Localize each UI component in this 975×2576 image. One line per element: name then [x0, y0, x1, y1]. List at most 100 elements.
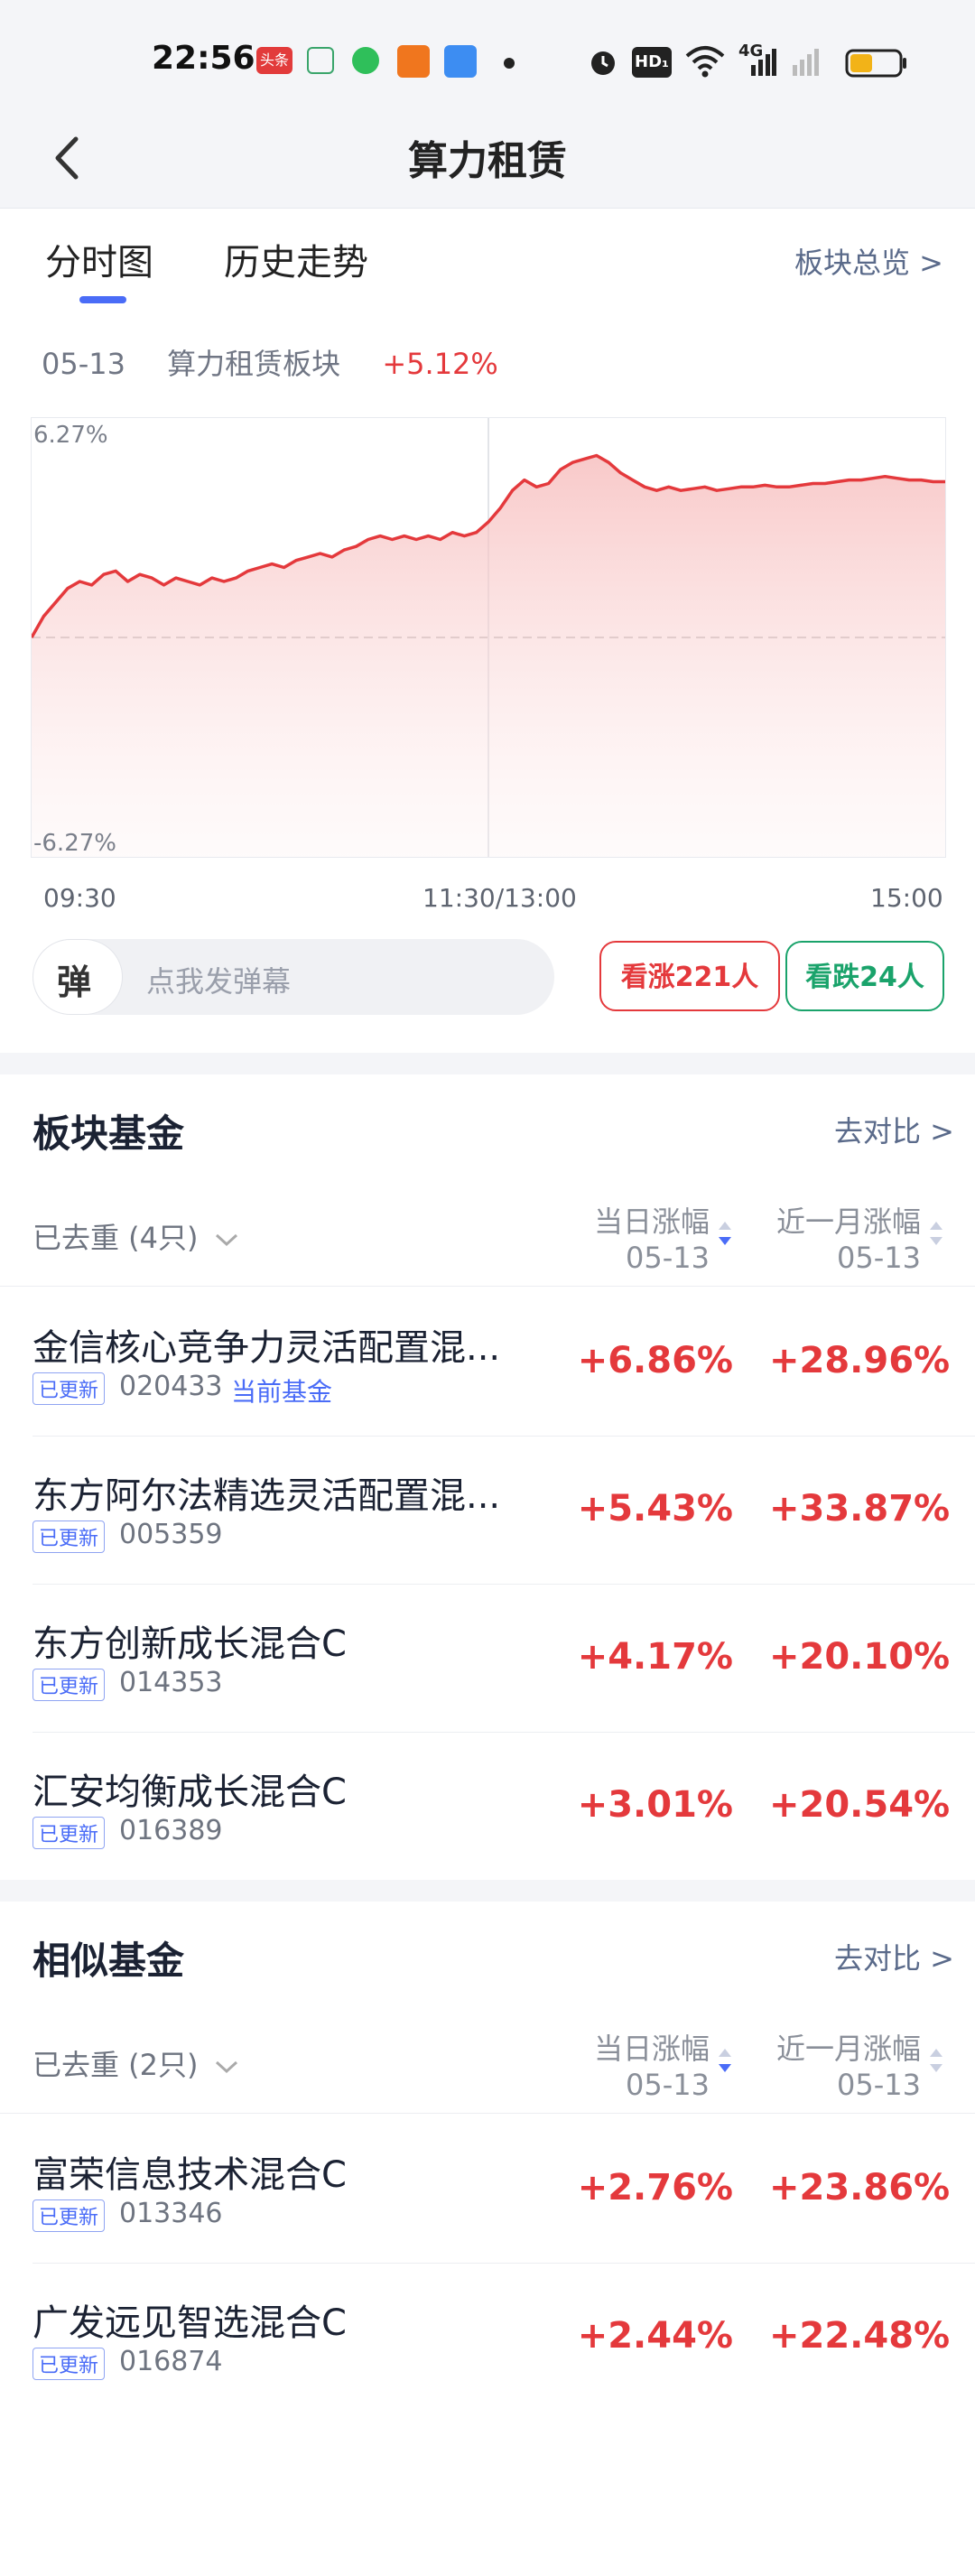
danmaku-badge-text: 弹	[57, 963, 92, 1002]
nav-bar: 算力租赁	[0, 108, 975, 209]
fund-code: 013346	[119, 2198, 223, 2229]
status-bar: 22:56 头条 HD₁ 4G	[0, 0, 975, 108]
section-divider	[0, 1880, 975, 1902]
fund-code: 016389	[119, 1815, 223, 1846]
wifi-icon	[685, 46, 725, 78]
fund-day-change: +6.86%	[577, 1340, 733, 1381]
updated-badge: 已更新	[32, 2348, 106, 2380]
similar-funds-title: 相似基金	[32, 1939, 185, 1983]
sector-col-day-date: 05-13	[626, 1241, 710, 1275]
fund-code: 016874	[119, 2346, 223, 2377]
danmaku-placeholder: 点我发弹幕	[146, 964, 292, 999]
updated-badge: 已更新	[32, 1520, 106, 1553]
sector-funds-title: 板块基金	[32, 1111, 185, 1156]
tab-active-indicator	[79, 296, 126, 303]
vote-bullish-button[interactable]: 看涨221人	[599, 941, 780, 1011]
similar-col-month-header[interactable]: 近一月涨幅 05-13	[740, 2026, 921, 2102]
fund-name: 东方创新成长混合C	[32, 1623, 347, 1665]
fund-code: 005359	[119, 1519, 223, 1550]
similar-dedup-label: 已去重 (2只)	[32, 2048, 199, 2082]
section-divider	[0, 1053, 975, 1074]
chevron-down-icon	[215, 2060, 237, 2074]
weather-app-icon	[444, 45, 477, 78]
row-separator	[32, 1584, 975, 1585]
fund-month-change: +23.86%	[769, 2167, 951, 2209]
similar-col-day-label: 当日涨幅	[593, 2032, 710, 2066]
chat-app-icon	[352, 47, 379, 74]
similar-dedup-dropdown[interactable]: 已去重 (2只)	[32, 2042, 240, 2084]
fund-code: 014353	[119, 1667, 223, 1698]
similar-col-month-label: 近一月涨幅	[775, 2032, 921, 2066]
similar-col-day-header[interactable]: 当日涨幅 05-13	[542, 2026, 710, 2102]
similar-col-month-date: 05-13	[837, 2068, 921, 2102]
summary-date: 05-13	[42, 347, 125, 381]
current-fund-tag: 当前基金	[231, 1377, 333, 1407]
similar-compare-link[interactable]: 去对比 >	[834, 1936, 954, 1977]
vote-bearish-button[interactable]: 看跌24人	[785, 941, 944, 1011]
updated-badge: 已更新	[32, 1669, 106, 1701]
x-tick-midday: 11:30/13:00	[422, 883, 577, 913]
fund-day-change: +5.43%	[577, 1488, 733, 1530]
sector-compare-link[interactable]: 去对比 >	[834, 1109, 954, 1150]
updated-badge: 已更新	[32, 1817, 106, 1849]
y-bottom-label: -6.27%	[33, 830, 116, 857]
fund-month-change: +33.87%	[769, 1488, 951, 1530]
tab-intraday[interactable]: 分时图	[45, 233, 153, 285]
sector-overview-link[interactable]: 板块总览 >	[794, 240, 943, 282]
battery-icon	[845, 49, 906, 78]
danmaku-input[interactable]: 弹 点我发弹幕	[32, 939, 554, 1015]
page-title: 算力租赁	[408, 138, 567, 184]
sector-col-month-header[interactable]: 近一月涨幅 05-13	[740, 1199, 921, 1275]
fund-name: 汇安均衡成长混合C	[32, 1772, 347, 1813]
sector-col-month-label: 近一月涨幅	[775, 1204, 921, 1239]
sector-col-month-date: 05-13	[837, 1241, 921, 1275]
x-tick-close: 15:00	[870, 883, 943, 913]
row-separator	[32, 2263, 975, 2264]
y-top-label: 6.27%	[33, 422, 108, 449]
signal-icon	[793, 49, 819, 76]
toutiao-app-icon: 头条	[256, 47, 292, 74]
fund-name: 东方阿尔法精选灵活配置混...	[32, 1475, 501, 1517]
sector-dedup-label: 已去重 (4只)	[32, 1221, 199, 1255]
row-separator	[32, 1732, 975, 1733]
sector-col-day-label: 当日涨幅	[593, 1204, 710, 1239]
sort-desc-active-icon	[719, 2049, 731, 2072]
sector-dedup-dropdown[interactable]: 已去重 (4只)	[32, 1215, 240, 1257]
danmaku-toggle-button[interactable]: 弹	[32, 939, 123, 1015]
row-separator	[32, 1436, 975, 1437]
fund-month-change: +20.54%	[769, 1784, 951, 1826]
fund-name: 广发远见智选混合C	[32, 2302, 347, 2344]
fund-month-change: +22.48%	[769, 2315, 951, 2357]
sort-desc-active-icon	[719, 1222, 731, 1245]
fund-day-change: +2.44%	[577, 2315, 733, 2357]
updated-badge: 已更新	[32, 1372, 106, 1405]
sort-neutral-icon	[930, 2049, 942, 2072]
intraday-chart[interactable]: 6.27% -6.27%	[31, 417, 946, 858]
sector-col-day-header[interactable]: 当日涨幅 05-13	[542, 1199, 710, 1275]
similar-col-day-date: 05-13	[626, 2068, 710, 2102]
summary-line: 05-13 算力租赁板块 +5.12%	[42, 341, 498, 383]
tab-history[interactable]: 历史走势	[224, 233, 368, 285]
hd-icon: HD₁	[632, 47, 672, 78]
fund-code: 020433	[119, 1371, 223, 1402]
fund-name: 金信核心竞争力灵活配置混...	[32, 1327, 501, 1369]
status-time: 22:56	[152, 40, 255, 77]
intraday-chart-svg	[32, 418, 945, 857]
x-tick-open: 09:30	[43, 883, 116, 913]
row-separator	[0, 2113, 975, 2114]
fund-day-change: +4.17%	[577, 1636, 733, 1678]
alarm-icon	[591, 51, 615, 75]
dot-icon	[504, 58, 515, 69]
orange-app-icon	[397, 45, 430, 78]
fund-day-change: +2.76%	[577, 2167, 733, 2209]
chevron-down-icon	[215, 1233, 237, 1247]
fund-day-change: +3.01%	[577, 1784, 733, 1826]
home-app-icon	[307, 47, 334, 74]
row-separator	[0, 1286, 975, 1287]
signal-4g-bars-icon	[751, 49, 776, 76]
summary-sector: 算力租赁板块	[167, 347, 341, 381]
sort-neutral-icon	[930, 1222, 942, 1245]
updated-badge: 已更新	[32, 2199, 106, 2232]
summary-change: +5.12%	[382, 347, 498, 381]
fund-month-change: +28.96%	[769, 1340, 951, 1381]
